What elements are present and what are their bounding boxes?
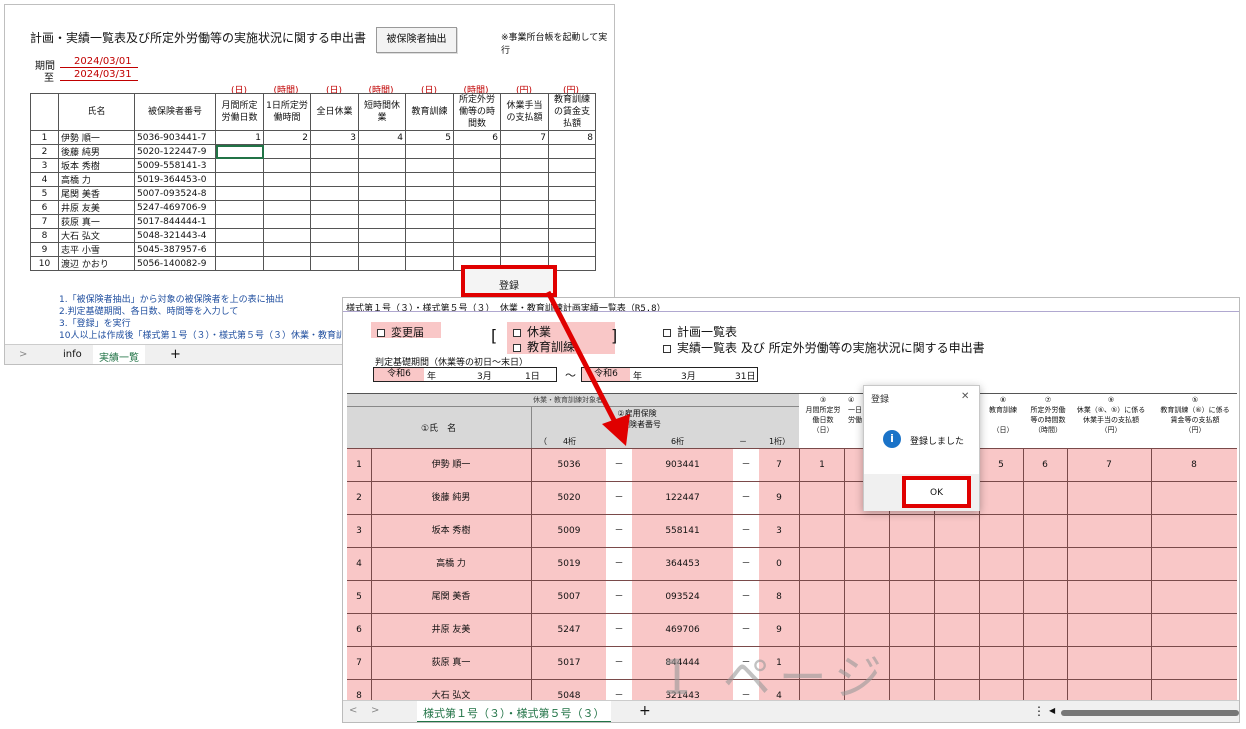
red-arrow <box>545 290 630 446</box>
arrow-shaft <box>545 290 621 430</box>
